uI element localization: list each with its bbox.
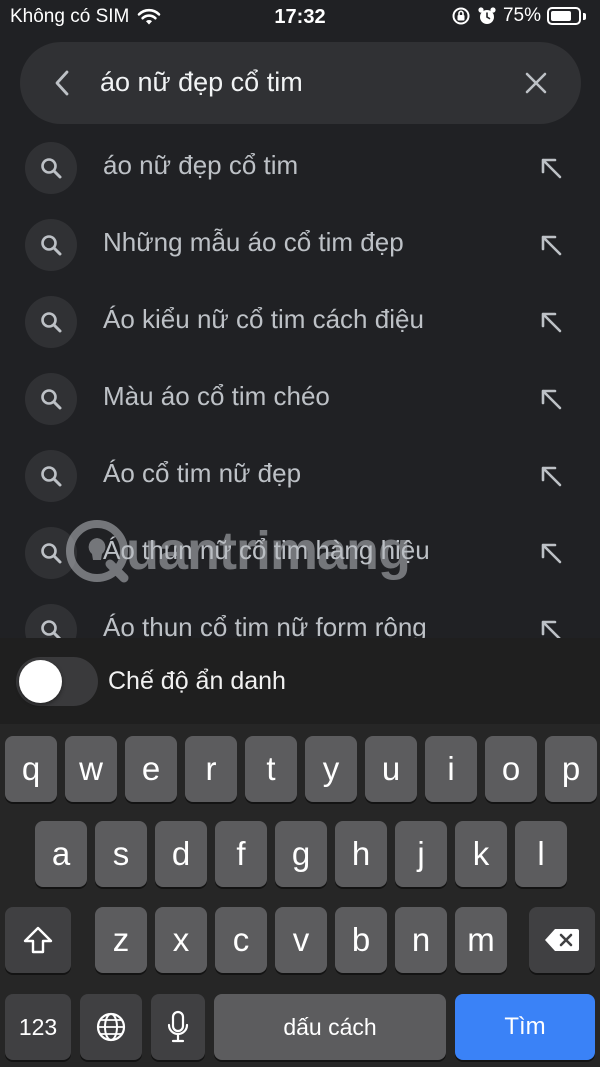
battery-icon: [547, 7, 581, 25]
orientation-lock-icon: [452, 7, 470, 25]
fill-query-button[interactable]: [533, 304, 569, 340]
suggestion-item[interactable]: áo nữ đẹp cổ tim: [0, 128, 600, 205]
search-icon: [25, 219, 77, 271]
fill-query-button[interactable]: [533, 227, 569, 263]
key-g[interactable]: g: [275, 821, 327, 887]
search-icon: [25, 373, 77, 425]
mic-key[interactable]: [151, 994, 205, 1060]
key-s[interactable]: s: [95, 821, 147, 887]
arrow-up-left-icon: [541, 620, 561, 638]
incognito-label: Chế độ ẩn danh: [108, 667, 286, 695]
key-l[interactable]: l: [515, 821, 567, 887]
suggestion-item[interactable]: Màu áo cổ tim chéo: [0, 359, 600, 436]
battery-tip: [583, 12, 586, 20]
key-e[interactable]: e: [125, 736, 177, 802]
arrow-up-left-icon: [541, 543, 562, 564]
search-bar[interactable]: áo nữ đẹp cổ tim: [20, 42, 581, 124]
chevron-left-icon: [55, 70, 69, 96]
arrow-up-left-icon: [541, 235, 562, 256]
key-q[interactable]: q: [5, 736, 57, 802]
microphone-icon: [167, 1010, 189, 1043]
search-go-key[interactable]: Tìm: [455, 994, 595, 1060]
suggestion-text: áo nữ đẹp cổ tim: [103, 150, 299, 180]
search-input[interactable]: áo nữ đẹp cổ tim: [100, 67, 303, 98]
suggestion-text: Áo kiểu nữ cổ tim cách điệu: [103, 304, 424, 334]
arrow-up-left-icon: [541, 312, 562, 333]
key-r[interactable]: r: [185, 736, 237, 802]
incognito-bar: Chế độ ẩn danh: [0, 638, 600, 724]
key-o[interactable]: o: [485, 736, 537, 802]
fill-query-button[interactable]: [533, 612, 569, 638]
key-a[interactable]: a: [35, 821, 87, 887]
key-y[interactable]: y: [305, 736, 357, 802]
key-h[interactable]: h: [335, 821, 387, 887]
key-w[interactable]: w: [65, 736, 117, 802]
suggestion-item[interactable]: Áo thun cổ tim nữ form rộng: [0, 590, 600, 638]
key-n[interactable]: n: [395, 907, 447, 973]
suggestion-text: Áo thun cổ tim nữ form rộng: [103, 612, 427, 638]
fill-query-button[interactable]: [533, 150, 569, 186]
space-key[interactable]: dấu cách: [214, 994, 446, 1060]
arrow-up-left-icon: [541, 158, 562, 179]
key-i[interactable]: i: [425, 736, 477, 802]
arrow-up-left-icon: [541, 466, 562, 487]
key-d[interactable]: d: [155, 821, 207, 887]
key-j[interactable]: j: [395, 821, 447, 887]
incognito-toggle[interactable]: [16, 657, 98, 706]
key-t[interactable]: t: [245, 736, 297, 802]
globe-icon: [96, 1012, 126, 1042]
globe-key[interactable]: [80, 994, 142, 1060]
shift-key[interactable]: [5, 907, 71, 973]
toggle-knob: [19, 660, 62, 703]
delete-key[interactable]: [529, 907, 595, 973]
key-b[interactable]: b: [335, 907, 387, 973]
key-u[interactable]: u: [365, 736, 417, 802]
fill-query-button[interactable]: [533, 381, 569, 417]
suggestion-item[interactable]: Áo kiểu nữ cổ tim cách điệu: [0, 282, 600, 359]
search-icon: [25, 296, 77, 348]
numbers-key[interactable]: 123: [5, 994, 71, 1060]
fill-query-button[interactable]: [533, 458, 569, 494]
backspace-icon: [545, 929, 579, 951]
key-v[interactable]: v: [275, 907, 327, 973]
suggestion-item[interactable]: Áo cổ tim nữ đẹp: [0, 436, 600, 513]
suggestion-text: Những mẫu áo cổ tim đẹp: [103, 227, 404, 257]
key-p[interactable]: p: [545, 736, 597, 802]
suggestion-text: Áo cổ tim nữ đẹp: [103, 458, 302, 488]
keyboard: q w e r t y u i o p a s d f g h j k l z …: [0, 724, 600, 1067]
key-k[interactable]: k: [455, 821, 507, 887]
status-right: 75%: [451, 5, 586, 27]
back-button[interactable]: [42, 62, 82, 104]
suggestion-item[interactable]: Những mẫu áo cổ tim đẹp: [0, 205, 600, 282]
alarm-icon: [478, 7, 496, 24]
battery-fill: [551, 11, 571, 21]
key-f[interactable]: f: [215, 821, 267, 887]
shift-icon: [23, 926, 53, 954]
watermark: uantrimang: [62, 516, 411, 586]
key-c[interactable]: c: [215, 907, 267, 973]
status-bar: Không có SIM 17:32 75%: [0, 0, 600, 34]
key-x[interactable]: x: [155, 907, 207, 973]
suggestion-text: Màu áo cổ tim chéo: [103, 381, 330, 411]
arrow-up-left-icon: [541, 389, 562, 410]
fill-query-button[interactable]: [533, 535, 569, 571]
battery-percent: 75%: [502, 5, 541, 26]
key-m[interactable]: m: [455, 907, 507, 973]
watermark-text: uantrimang: [126, 521, 411, 581]
watermark-logo-icon: [66, 520, 129, 583]
key-z[interactable]: z: [95, 907, 147, 973]
clear-button[interactable]: [517, 64, 555, 102]
search-icon: [25, 450, 77, 502]
close-icon: [525, 72, 547, 94]
search-icon: [25, 604, 77, 638]
search-icon: [25, 142, 77, 194]
